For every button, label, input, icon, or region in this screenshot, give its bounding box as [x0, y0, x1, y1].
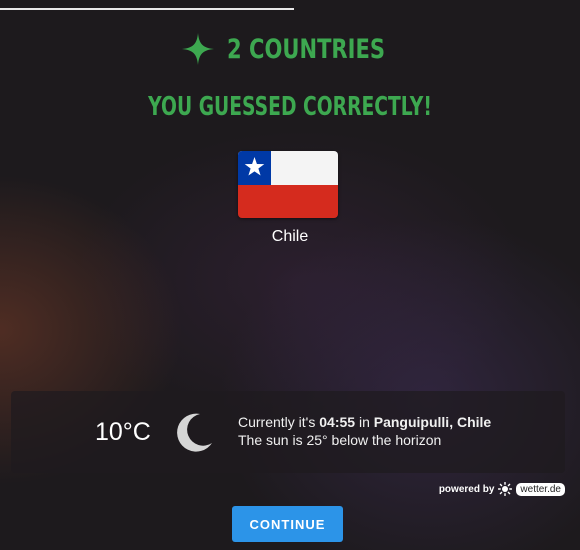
score-header: 2 COUNTRIES [0, 32, 580, 66]
country-flag [238, 151, 338, 218]
weather-line-1: Currently it's 04:55 in Panguipulli, Chi… [238, 414, 492, 430]
location-name: Panguipulli, Chile [373, 414, 492, 430]
moon-icon [177, 413, 212, 452]
result-message: YOU GUESSED CORRECTLY! [0, 92, 580, 122]
weather-description: Currently it's 04:55 in Panguipulli, Chi… [238, 413, 491, 449]
weather-attribution[interactable]: powered by wetter.de [439, 482, 565, 496]
local-time: 04:55 [319, 414, 356, 430]
result-text: YOU GUESSED CORRECTLY! [148, 92, 432, 122]
flag-star-icon [244, 157, 265, 176]
countries-count: 2 COUNTRIES [226, 33, 385, 65]
country-name: Chile [271, 228, 309, 245]
four-point-star-icon [181, 33, 214, 65]
progress-line [0, 8, 294, 10]
powered-by-label: powered by [438, 483, 495, 495]
provider-logo: wetter.de [516, 482, 565, 496]
weather-card: 10°C Currently it's 04:55 in Panguipulli… [11, 391, 565, 473]
weather-line-2: The sun is 25° below the horizon [238, 432, 442, 448]
temperature: 10°C [95, 418, 151, 446]
sun-icon [498, 482, 513, 496]
continue-button[interactable]: CONTINUE [232, 506, 343, 542]
